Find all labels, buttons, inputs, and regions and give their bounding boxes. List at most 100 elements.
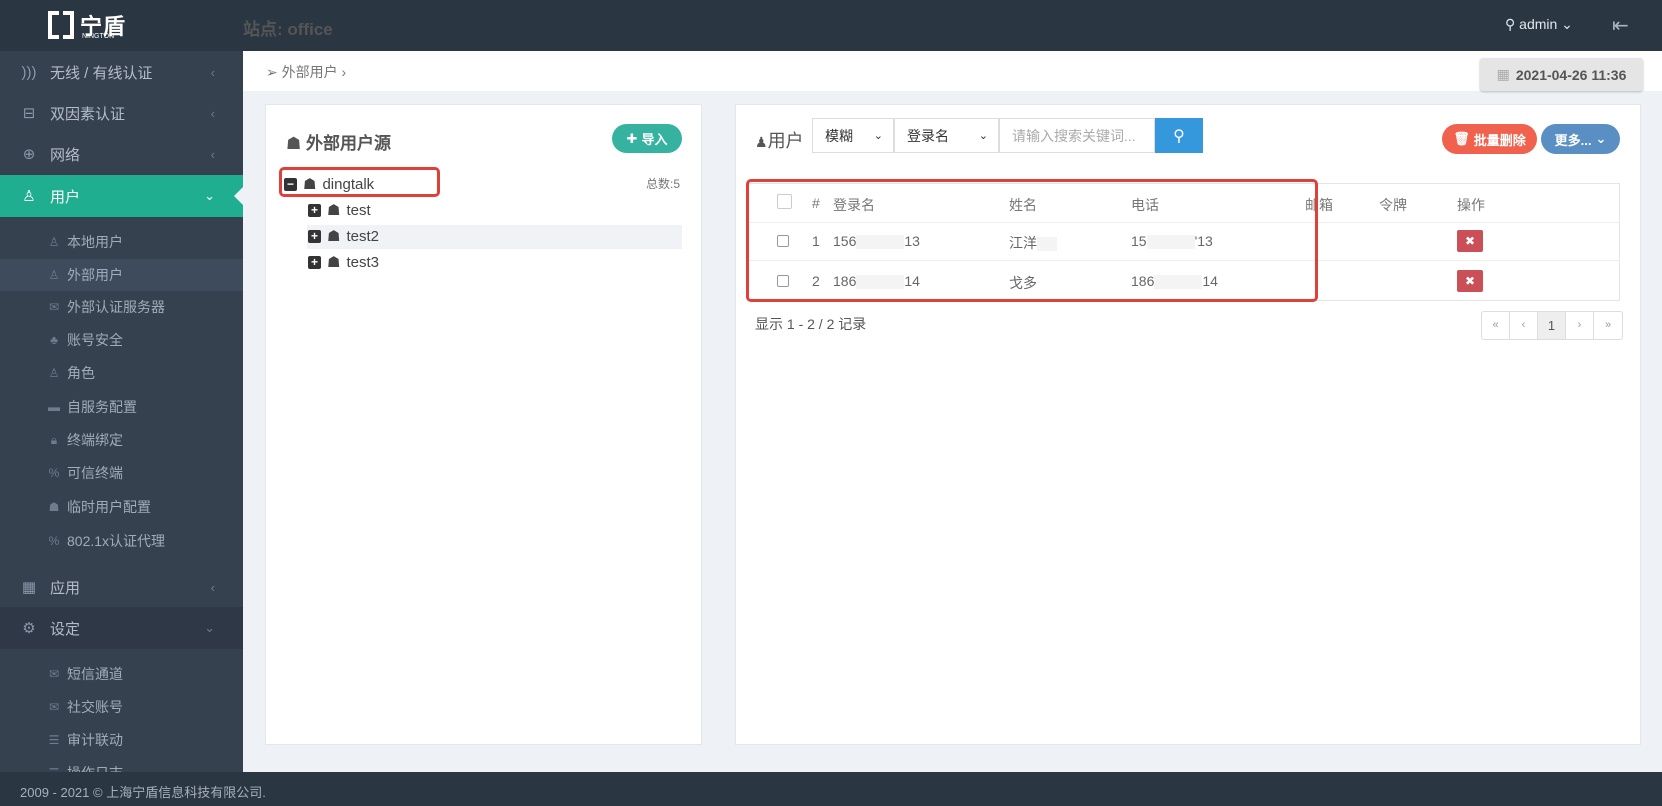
- date-display[interactable]: ▦ 2021-04-26 11:36: [1480, 58, 1643, 91]
- envelope-icon: ✉: [48, 700, 60, 714]
- chevron-down-icon: ⌄: [873, 130, 883, 142]
- nav-wireless-auth[interactable]: ))) 无线 / 有线认证 ‹: [0, 51, 243, 93]
- breadcrumb: ➢ 外部用户 ›: [266, 62, 346, 82]
- username: admin: [1519, 16, 1558, 32]
- nav-label: 无线 / 有线认证: [50, 64, 153, 82]
- nav-label: 双因素认证: [50, 105, 126, 123]
- calendar-icon: ▦: [1496, 66, 1510, 82]
- tree-label: test2: [346, 227, 379, 245]
- panel-title: ♟用户: [755, 127, 804, 153]
- match-mode-select[interactable]: 模糊 ⌄: [812, 118, 894, 153]
- sub-account-security[interactable]: ♣ 账号安全: [0, 324, 243, 356]
- send-icon: ➢: [266, 64, 282, 80]
- panel-title-text: 外部用户源: [305, 134, 391, 153]
- sub-terminal-binding[interactable]: 🔒︎ 终端绑定: [0, 424, 243, 456]
- sub-operation-log[interactable]: ☰操作日志: [0, 757, 243, 772]
- logout-icon[interactable]: ⇤: [1612, 13, 1629, 38]
- chevron-left-icon: ‹: [210, 579, 215, 595]
- user-icon: ⚲: [1505, 16, 1520, 32]
- logo-subtext: NINGTON: [82, 33, 115, 40]
- user-icon: ♙: [48, 366, 60, 380]
- sub-label: 终端绑定: [67, 432, 123, 448]
- grid-icon: ▦: [21, 579, 37, 596]
- users-icon: ☗: [327, 228, 341, 245]
- sub-external-users[interactable]: ♙ 外部用户: [0, 259, 243, 291]
- col-token[interactable]: 令牌: [1379, 195, 1407, 215]
- highlight-box: [746, 179, 1318, 302]
- placeholder: 请输入搜索关键词...: [1012, 127, 1136, 144]
- nav-network[interactable]: ⊕ 网络 ‹: [0, 133, 243, 175]
- sub-label: 账号安全: [67, 332, 123, 348]
- trash-icon: 🗑︎: [1453, 131, 1470, 146]
- highlight-box: [279, 167, 440, 197]
- chevron-left-icon: ‹: [210, 64, 215, 80]
- delete-row-button[interactable]: ✖: [1457, 270, 1483, 292]
- expand-icon[interactable]: +: [308, 203, 321, 217]
- sub-label: 802.1x认证代理: [67, 533, 166, 549]
- chevron-left-icon: ‹: [210, 146, 215, 162]
- link-icon: %: [48, 466, 60, 480]
- user-menu[interactable]: ⚲ admin ⌄: [1505, 16, 1573, 33]
- sitemap-icon: ♣: [50, 333, 58, 347]
- more-button[interactable]: 更多... ⌄: [1541, 124, 1620, 154]
- sub-temp-user-config[interactable]: ☗ 临时用户配置: [0, 491, 243, 523]
- expand-icon[interactable]: +: [308, 255, 321, 269]
- sub-self-service[interactable]: ▬ 自服务配置: [0, 391, 243, 423]
- logo[interactable]: 宁盾 NINGTON: [48, 9, 140, 43]
- datetime-text: 2021-04-26 11:36: [1515, 66, 1627, 83]
- page-1-button[interactable]: 1: [1538, 312, 1566, 339]
- sub-label: 外部用户: [67, 267, 123, 283]
- users-icon: ☗: [286, 134, 306, 153]
- nav-label: 应用: [50, 579, 81, 597]
- tree-node[interactable]: + ☗ test: [308, 199, 371, 221]
- batch-delete-button[interactable]: 🗑︎ 批量删除: [1442, 124, 1537, 154]
- tree-node[interactable]: + ☗ test2: [308, 225, 379, 247]
- archive-icon: ▬: [48, 400, 60, 414]
- sub-roles[interactable]: ♙ 角色: [0, 357, 243, 389]
- plus-icon: ✚: [626, 130, 638, 146]
- breadcrumb-item[interactable]: 外部用户: [282, 64, 338, 80]
- users-icon: ☗: [48, 500, 60, 514]
- briefcase-icon: ⊟: [22, 105, 36, 122]
- site-title: 站点: office: [243, 20, 333, 39]
- users-icon: ☗: [327, 202, 341, 219]
- sub-local-users[interactable]: ♙ 本地用户: [0, 226, 243, 258]
- search-icon: ⚲: [1173, 127, 1185, 145]
- next-page-button[interactable]: ›: [1566, 312, 1594, 339]
- nav-label: 设定: [50, 620, 81, 638]
- nav-settings[interactable]: ⚙ 设定 ⌄: [0, 607, 243, 649]
- sub-external-auth-server[interactable]: ✉ 外部认证服务器: [0, 291, 243, 323]
- user-icon: ♙: [48, 268, 60, 282]
- sub-trusted-terminal[interactable]: % 可信终端: [0, 457, 243, 489]
- tree-node[interactable]: + ☗ test3: [308, 251, 379, 273]
- expand-icon[interactable]: +: [308, 229, 321, 243]
- chevron-down-icon: ⌄: [204, 188, 215, 203]
- nav-two-factor[interactable]: ⊟ 双因素认证 ‹: [0, 92, 243, 134]
- search-input[interactable]: 请输入搜索关键词...: [999, 118, 1155, 153]
- prev-page-button[interactable]: ‹: [1510, 312, 1538, 339]
- first-page-button[interactable]: «: [1482, 312, 1510, 339]
- import-button[interactable]: ✚ 导入: [612, 124, 682, 153]
- search-button[interactable]: ⚲: [1155, 118, 1203, 153]
- delete-row-button[interactable]: ✖: [1457, 230, 1483, 252]
- envelope-icon: ✉: [48, 300, 60, 314]
- nav-apps[interactable]: ▦ 应用 ‹: [0, 566, 243, 608]
- sub-label: 社交账号: [67, 699, 123, 715]
- tree-label: test: [346, 201, 371, 219]
- chevron-down-icon: ⌄: [204, 620, 215, 635]
- user-icon: ♙: [48, 235, 60, 249]
- nav-users[interactable]: ♙ 用户 ⌄: [0, 175, 243, 217]
- sub-social-accounts[interactable]: ✉ 社交账号: [0, 691, 243, 723]
- sub-label: 外部认证服务器: [67, 299, 165, 315]
- sub-sms-channel[interactable]: ✉ 短信通道: [0, 658, 243, 690]
- tree-label: test3: [346, 253, 379, 271]
- user-icon: ♟: [755, 134, 768, 150]
- sub-label: 短信通道: [67, 666, 123, 682]
- button-label: 批量删除: [1473, 132, 1526, 148]
- globe-icon: ⊕: [22, 146, 36, 163]
- sub-8021x-proxy[interactable]: % 802.1x认证代理: [0, 525, 243, 557]
- nav-label: 网络: [50, 146, 81, 164]
- last-page-button[interactable]: »: [1594, 312, 1622, 339]
- search-field-select[interactable]: 登录名 ⌄: [894, 118, 999, 153]
- sub-audit-linkage[interactable]: ☰ 审计联动: [0, 724, 243, 756]
